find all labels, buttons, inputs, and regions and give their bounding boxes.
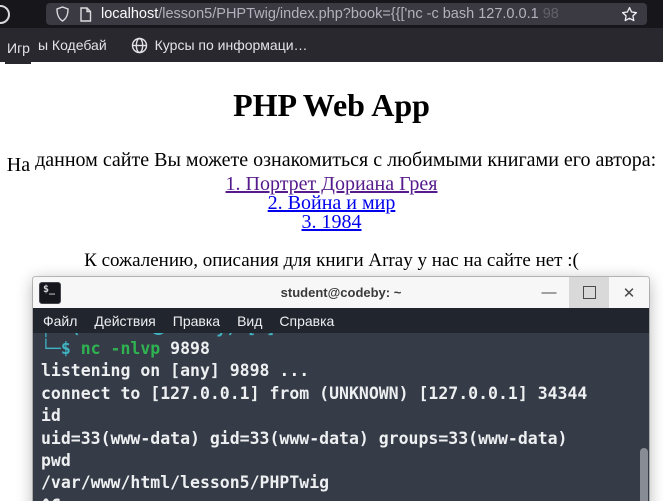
terminal-line: ^C [41,495,649,501]
terminal-window: $_ student@codeby: ~ — ✕ Файл Действия П… [33,277,649,501]
error-text: К сожалению, описания для книги Array у … [84,250,579,271]
terminal-output[interactable]: ┌──(student㉿codeby)-[~] └─$ nc -nlvp 989… [33,333,649,501]
maximize-icon [582,286,596,299]
url-text: localhost/lesson5/PHPTwig/index.php?book… [101,6,612,22]
command-text: nc -nlvp [80,339,161,358]
terminal-line: /var/www/html/lesson5/PHPTwig [41,473,330,493]
terminal-prompt-line: └─$ nc -nlvp 9898 [41,338,649,360]
bookmark-label: ы Кодебай [37,37,107,53]
url-fade: 98 [542,6,559,22]
bookmark-label-fragment: Игр [5,40,31,64]
globe-icon [131,37,147,53]
window-controls: — ✕ [529,277,649,308]
terminal-titlebar[interactable]: $_ student@codeby: ~ — ✕ [33,277,649,308]
bookmark-kursy[interactable]: Курсы по информаци… [131,37,308,54]
terminal-scrollbar-thumb[interactable] [640,448,648,501]
bookmark-label: Курсы по информаци… [154,37,308,53]
terminal-line: id [41,406,61,426]
screen: localhost/lesson5/PHPTwig/index.php?book… [0,0,663,501]
close-icon: ✕ [622,284,636,302]
close-button[interactable]: ✕ [609,277,649,308]
page-icon[interactable] [79,6,92,22]
menu-edit[interactable]: Правка [173,313,220,329]
bookmark-igry-kodebay[interactable]: Игр ы Кодебай [5,33,107,64]
intro-rest: данном сайте Вы можете ознакомиться с лю… [35,149,657,171]
url-host: localhost [101,6,159,22]
maximize-button[interactable] [569,277,609,308]
terminal-line: uid=33(www-data) gid=33(www-data) groups… [41,428,568,448]
bookmarks-bar: Игр ы Кодебай Курсы по информаци… [0,28,663,64]
intro-text: На данном сайте Вы можете ознакомиться с… [0,149,663,176]
menu-view[interactable]: Вид [237,313,262,329]
command-arg: 9898 [170,339,210,358]
terminal-line: connect to [127.0.0.1] from (UNKNOWN) [1… [41,383,588,403]
shield-icon[interactable] [55,6,70,22]
terminal-line: listening on [any] 9898 ... [41,361,310,381]
page-title: PHP Web App [233,87,430,123]
book-links: 1. Портрет Дориана Грея 2. Война и мир 3… [0,174,663,232]
terminal-line: pwd [41,451,71,471]
terminal-icon: $_ [39,281,61,304]
browser-toolbar: localhost/lesson5/PHPTwig/index.php?book… [0,0,663,28]
minimize-button[interactable]: — [529,277,569,308]
prompt-symbol: └─$ [41,339,71,358]
terminal-menubar: Файл Действия Правка Вид Справка [33,308,649,333]
clipped-circle-icon [0,5,10,24]
intro-fragment: На [6,154,31,176]
web-page: PHP Web App На данном сайте Вы можете оз… [0,86,663,272]
menu-actions[interactable]: Действия [94,313,155,329]
url-path: /lesson5/PHPTwig/index.php?book={{['nc -… [158,6,543,22]
bookmark-star-icon[interactable] [621,6,638,23]
menu-help[interactable]: Справка [279,313,334,329]
link-book-3[interactable]: 3. 1984 [0,212,663,232]
minimize-icon: — [541,284,557,301]
address-bar[interactable]: localhost/lesson5/PHPTwig/index.php?book… [46,3,647,25]
terminal-line-clipped: ┌──(student㉿codeby)-[~] [41,333,649,338]
menu-file[interactable]: Файл [43,313,77,329]
